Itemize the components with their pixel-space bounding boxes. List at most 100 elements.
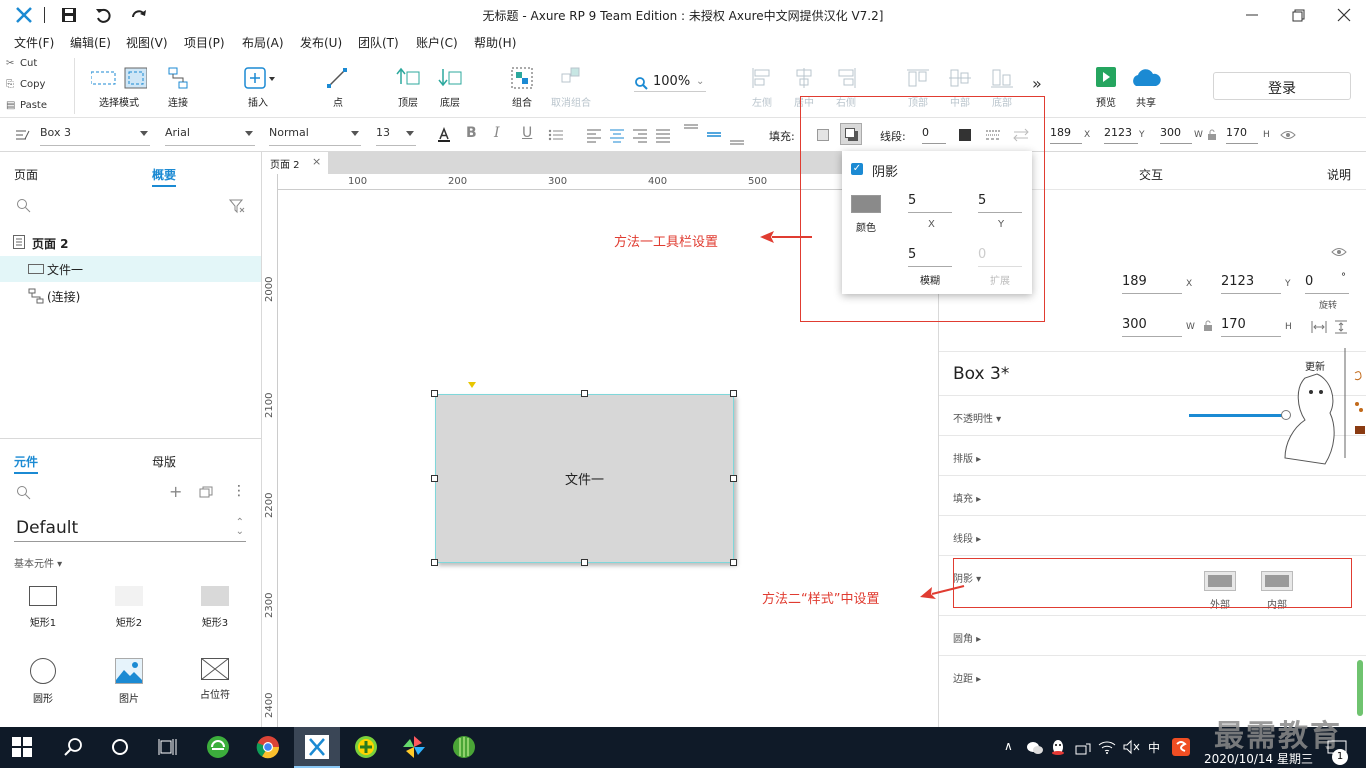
bullet-list-icon[interactable] xyxy=(548,127,564,143)
menu-project[interactable]: 项目(P) xyxy=(184,34,225,51)
point-button[interactable]: 点 xyxy=(308,66,368,109)
corner-label[interactable]: 圆角 ▸ xyxy=(953,630,981,645)
fit-width-icon[interactable] xyxy=(1311,320,1327,334)
connect-button[interactable]: 连接 xyxy=(148,66,208,109)
widget-rect3[interactable]: 矩形3 xyxy=(180,586,250,629)
opacity-label[interactable]: 不透明性 ▾ xyxy=(953,410,1001,425)
app-green-icon[interactable] xyxy=(206,735,230,759)
resize-handle[interactable] xyxy=(431,475,438,482)
align-text-right-icon[interactable] xyxy=(632,127,648,143)
menu-help[interactable]: 帮助(H) xyxy=(474,34,516,51)
align-text-center-icon[interactable] xyxy=(609,127,625,143)
resize-handle[interactable] xyxy=(730,475,737,482)
tab-widgets[interactable]: 元件 xyxy=(14,453,38,470)
close-icon[interactable] xyxy=(1334,5,1354,25)
scrollbar[interactable] xyxy=(1357,660,1363,716)
more-tools-button[interactable]: » xyxy=(1032,74,1042,93)
valign-middle-icon[interactable] xyxy=(706,127,722,143)
bottom-layer-button[interactable]: 底层 xyxy=(420,66,480,109)
fill-section-label[interactable]: 填充 ▸ xyxy=(953,490,981,505)
valign-top-icon[interactable] xyxy=(683,123,699,139)
tab-notes[interactable]: 说明 xyxy=(1327,166,1351,183)
wifi-icon[interactable] xyxy=(1098,739,1116,755)
more-vertical-icon[interactable]: ⋮ xyxy=(232,483,246,499)
tree-row-page[interactable]: 页面 2 xyxy=(0,229,261,255)
show-hidden-icon[interactable]: ∧ xyxy=(1004,739,1013,753)
resize-handle[interactable] xyxy=(730,559,737,566)
widget-rect2[interactable]: 矩形2 xyxy=(94,586,164,629)
line-section-label[interactable]: 线段 ▸ xyxy=(953,530,981,545)
widget-placeholder[interactable]: 占位符 xyxy=(180,658,250,701)
valign-bottom-icon[interactable] xyxy=(729,131,745,147)
qq-icon[interactable] xyxy=(1050,739,1066,757)
tree-row-item1[interactable]: 文件一 xyxy=(0,256,261,282)
search-icon[interactable] xyxy=(16,485,32,501)
filter-icon[interactable] xyxy=(229,198,245,214)
font-size-select[interactable]: 13 xyxy=(376,126,416,146)
share-button[interactable]: 共享 xyxy=(1116,66,1176,109)
search-icon[interactable] xyxy=(16,198,32,214)
font-weight-select[interactable]: Normal xyxy=(269,126,361,146)
rotation-field[interactable]: 0 ° xyxy=(1305,272,1349,294)
zoom-select[interactable]: 100% ⌄ xyxy=(634,74,706,92)
menu-account[interactable]: 账户(C) xyxy=(416,34,458,51)
menu-arrange[interactable]: 布局(A) xyxy=(242,34,284,51)
menu-file[interactable]: 文件(F) xyxy=(14,34,54,51)
lock-icon[interactable] xyxy=(1207,129,1217,141)
style-select[interactable]: Box 3 xyxy=(40,126,150,146)
insert-button[interactable]: 插入 xyxy=(228,66,288,109)
tree-row-item2[interactable]: (连接) xyxy=(0,283,261,309)
resize-handle[interactable] xyxy=(730,390,737,397)
search-icon[interactable] xyxy=(62,735,86,759)
y-input[interactable]: 2123 xyxy=(1104,126,1138,144)
y-field[interactable]: 2123 xyxy=(1221,274,1281,294)
chrome-icon[interactable] xyxy=(256,735,280,759)
underline-icon[interactable]: U xyxy=(522,125,532,141)
paste-button[interactable]: ▤ Paste xyxy=(6,100,47,111)
app-colorful-icon[interactable] xyxy=(402,735,426,759)
opacity-slider[interactable] xyxy=(1189,414,1285,417)
align-text-left-icon[interactable] xyxy=(586,127,602,143)
lock-icon[interactable] xyxy=(1203,320,1213,332)
widget-name[interactable]: Box 3* xyxy=(953,364,1009,384)
widget-circle[interactable]: 圆形 xyxy=(8,658,78,705)
menu-edit[interactable]: 编辑(E) xyxy=(70,34,111,51)
resize-handle[interactable] xyxy=(431,390,438,397)
copy-button[interactable]: ⎘ Copy xyxy=(6,79,45,90)
w-field[interactable]: 300 xyxy=(1122,317,1182,337)
height-input[interactable]: 170 xyxy=(1226,126,1258,144)
tab-outline[interactable]: 概要 xyxy=(152,166,176,183)
duplicate-icon[interactable] xyxy=(199,486,213,498)
app-plus-icon[interactable] xyxy=(354,735,378,759)
eye-icon[interactable] xyxy=(1280,127,1296,143)
library-select[interactable]: Default ⌃ ⌄ xyxy=(14,518,246,542)
app-bamboo-icon[interactable] xyxy=(452,735,476,759)
minimize-icon[interactable] xyxy=(1242,5,1262,25)
task-view-icon[interactable] xyxy=(156,735,180,759)
corner-radius-handle[interactable] xyxy=(468,382,476,388)
axure-taskbar-icon[interactable] xyxy=(305,735,329,759)
cortana-icon[interactable] xyxy=(108,735,132,759)
tab-pages[interactable]: 页面 xyxy=(14,166,38,183)
widget-image[interactable]: 图片 xyxy=(94,658,164,705)
tab-interactions[interactable]: 交互 xyxy=(1139,166,1163,183)
tab-masters[interactable]: 母版 xyxy=(152,453,176,470)
padding-label[interactable]: 边距 ▸ xyxy=(953,670,981,685)
resize-handle[interactable] xyxy=(431,559,438,566)
resize-handle[interactable] xyxy=(581,559,588,566)
login-button[interactable]: 登录 xyxy=(1213,72,1351,100)
resize-handle[interactable] xyxy=(581,390,588,397)
ungroup-button[interactable]: 取消组合 xyxy=(541,66,601,109)
eye-icon[interactable] xyxy=(1331,246,1347,258)
x-input[interactable]: 189 xyxy=(1050,126,1082,144)
maximize-icon[interactable] xyxy=(1288,5,1308,25)
page-tab[interactable]: 页面 2 × xyxy=(262,152,328,174)
ime-indicator[interactable]: 中 xyxy=(1148,739,1160,756)
add-icon[interactable]: + xyxy=(169,482,182,501)
wechat-icon[interactable] xyxy=(1026,740,1044,756)
cut-button[interactable]: ✂ Cut xyxy=(6,58,37,69)
menu-view[interactable]: 视图(V) xyxy=(126,34,168,51)
close-tab-icon[interactable]: × xyxy=(312,155,321,168)
align-text-justify-icon[interactable] xyxy=(655,127,671,143)
select-mode-button[interactable]: 选择模式 xyxy=(88,66,150,109)
